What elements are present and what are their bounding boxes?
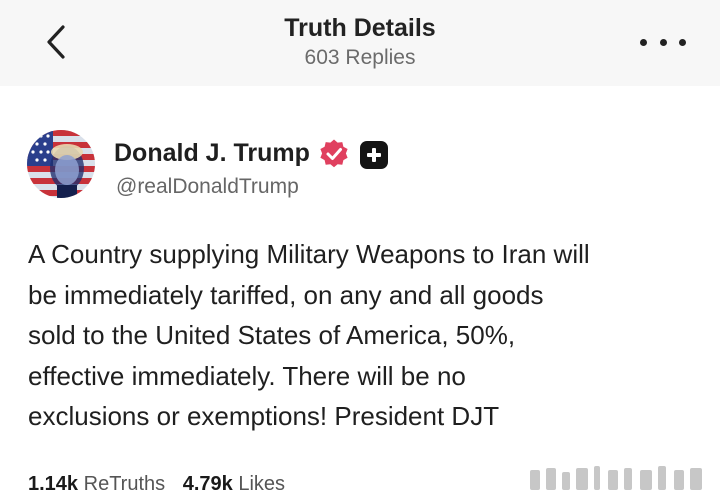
page-title: Truth Details	[284, 14, 436, 42]
post-line: exclusions or exemptions! President DJT	[28, 401, 500, 431]
likes-count: 4.79k	[182, 473, 233, 495]
more-button[interactable]	[640, 30, 686, 54]
author-handle[interactable]: @realDonaldTrump	[116, 175, 299, 199]
more-horizontal-icon	[659, 38, 667, 46]
likes-stat[interactable]: 4.79k Likes	[183, 473, 285, 496]
retruths-stat[interactable]: 1.14k ReTruths	[28, 473, 165, 496]
post-line: sold to the United States of America, 50…	[28, 320, 516, 350]
post-line: A Country supplying Military Weapons to …	[28, 239, 590, 269]
watermark-glyph	[530, 466, 702, 490]
retruths-label: ReTruths	[83, 473, 166, 495]
top-bar: Truth Details 603 Replies	[0, 0, 720, 86]
retruths-count: 1.14k	[28, 473, 79, 495]
post-body: A Country supplying Military Weapons to …	[28, 234, 708, 437]
more-horizontal-icon	[679, 38, 686, 46]
post-line: be immediately tariffed, on any and all …	[28, 279, 544, 310]
post-line: effective immediately. There will be no	[28, 360, 466, 391]
avatar[interactable]	[27, 130, 95, 198]
verified-badge-icon	[320, 139, 348, 168]
more-horizontal-icon	[640, 38, 647, 46]
post-stats: 1.14k ReTruths 4.79k Likes	[28, 473, 285, 496]
author-name[interactable]: Donald J. Trump	[114, 139, 310, 168]
plus-badge-icon	[360, 141, 388, 169]
likes-label: Likes	[238, 473, 286, 495]
avatar-image	[27, 130, 95, 198]
replies-count: 603 Replies	[304, 46, 416, 69]
